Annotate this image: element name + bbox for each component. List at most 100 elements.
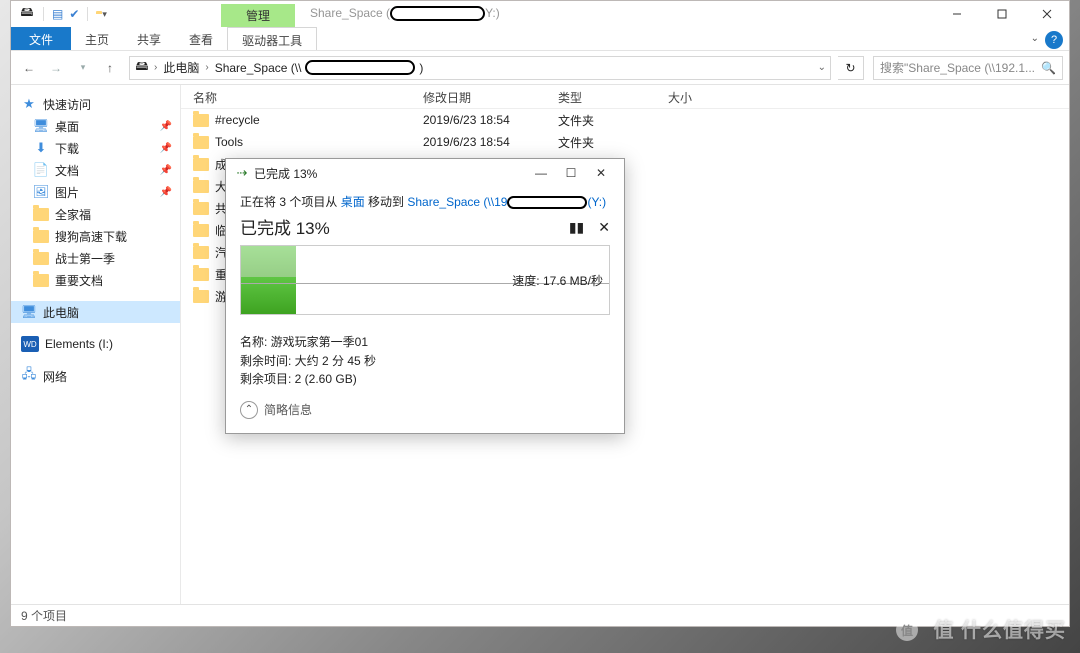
ribbon-view[interactable]: 查看	[175, 27, 227, 50]
breadcrumb-dropdown-icon[interactable]: ⌄	[818, 62, 826, 73]
folder-icon	[193, 290, 209, 303]
sidebar-item-label: 图片	[55, 184, 79, 201]
pin-icon: 📌	[160, 187, 172, 198]
cancel-button[interactable]: ✕	[598, 219, 610, 236]
sidebar-item-label: 桌面	[55, 118, 79, 135]
nav-forward[interactable]: →	[44, 56, 68, 80]
dialog-maximize[interactable]: ☐	[556, 162, 586, 184]
ribbon-collapse-icon[interactable]: ⌄	[1031, 33, 1039, 44]
col-type[interactable]: 类型	[546, 85, 656, 108]
titlebar: 🖴 ▤ ✔ ▾ 管理 Share_Space (Y:)	[11, 1, 1069, 27]
ribbon-share[interactable]: 共享	[123, 27, 175, 50]
speed-label: 速度: 17.6 MB/秒	[512, 272, 603, 289]
folder-icon	[193, 202, 209, 215]
sidebar-item-label: 重要文档	[55, 272, 103, 289]
pic-icon: 🖼	[33, 184, 49, 200]
breadcrumb-seg[interactable]: Share_Space (\\)	[213, 60, 426, 75]
context-tab-manage[interactable]: 管理	[221, 4, 295, 27]
sidebar-item[interactable]: ⬇ 下载 📌	[11, 137, 180, 159]
nav-recent-dropdown[interactable]: ▾	[71, 56, 95, 80]
col-name[interactable]: 名称	[181, 85, 411, 108]
search-placeholder: 搜索"Share_Space (\\192.1...	[880, 59, 1035, 76]
table-row[interactable]: Tools2019/6/23 18:54文件夹	[181, 131, 1069, 153]
help-button[interactable]: ?	[1045, 31, 1063, 49]
nav-back[interactable]: ←	[17, 56, 41, 80]
ribbon-file[interactable]: 文件	[11, 27, 71, 50]
sidebar-item-label: 战士第一季	[55, 250, 115, 267]
dialog-close[interactable]: ✕	[586, 162, 616, 184]
pin-icon: 📌	[160, 165, 172, 176]
sidebar-item[interactable]: 全家福	[11, 203, 180, 225]
refresh-button[interactable]: ↻	[838, 56, 864, 80]
search-input[interactable]: 搜索"Share_Space (\\192.1... 🔍	[873, 56, 1063, 80]
window-title: Share_Space (Y:)	[310, 6, 500, 21]
close-button[interactable]	[1024, 1, 1069, 27]
table-row[interactable]: #recycle2019/6/23 18:54文件夹	[181, 109, 1069, 131]
qat-props-icon[interactable]: ▤	[52, 7, 63, 21]
col-size[interactable]: 大小	[656, 85, 736, 108]
drive-icon: 🖴	[19, 6, 35, 22]
maximize-button[interactable]	[979, 1, 1024, 27]
breadcrumb-seg[interactable]: 此电脑	[161, 59, 201, 76]
doc-icon: 📄	[33, 162, 49, 178]
col-date[interactable]: 修改日期	[411, 85, 546, 108]
sidebar-item[interactable]: 战士第一季	[11, 247, 180, 269]
dialog-titlebar[interactable]: ⇢ 已完成 13% — ☐ ✕	[226, 159, 624, 187]
folder-icon	[193, 180, 209, 193]
folder-icon	[33, 250, 49, 266]
sidebar-item-label: 搜狗高速下载	[55, 228, 127, 245]
copy-progress-dialog: ⇢ 已完成 13% — ☐ ✕ 正在将 3 个项目从 桌面 移动到 Share_…	[225, 158, 625, 434]
breadcrumb[interactable]: 🖴 › 此电脑 › Share_Space (\\) ⌄	[129, 56, 831, 80]
qat-dropdown-icon[interactable]: ▾	[102, 9, 107, 20]
sidebar-item[interactable]: 📄 文档 📌	[11, 159, 180, 181]
chevron-up-icon: ⌃	[240, 401, 258, 419]
pin-icon: 📌	[160, 143, 172, 154]
sidebar-this-pc[interactable]: 🖥 此电脑	[11, 301, 180, 323]
sidebar-item[interactable]: 🖥桌面📌	[11, 115, 180, 137]
folder-icon	[193, 224, 209, 237]
sidebar-quick-access[interactable]: ★ 快速访问	[11, 93, 180, 115]
dest-link[interactable]: Share_Space (\\19(Y:)	[407, 195, 606, 209]
copy-meta: 名称: 游戏玩家第一季01 剩余时间: 大约 2 分 45 秒 剩余项目: 2 …	[240, 333, 610, 389]
sidebar-item[interactable]: 重要文档	[11, 269, 180, 291]
dialog-minimize[interactable]: —	[526, 162, 556, 184]
sidebar-item-label: 下载	[55, 140, 79, 157]
folder-icon	[33, 272, 49, 288]
pin-icon: 📌	[160, 121, 172, 132]
ribbon-home[interactable]: 主页	[71, 27, 123, 50]
more-details-toggle[interactable]: ⌃ 简略信息	[240, 401, 610, 419]
wd-drive-icon: WD	[21, 336, 39, 352]
watermark: 值 什么值得买	[933, 614, 1066, 643]
sidebar-item[interactable]: 🖼 图片 📌	[11, 181, 180, 203]
network-icon: 🖧	[21, 368, 37, 384]
sidebar-drive-elements[interactable]: WD Elements (I:)	[11, 333, 180, 355]
sidebar-item-label: 文档	[55, 162, 79, 179]
folder-icon	[193, 136, 209, 149]
folder-icon	[193, 158, 209, 171]
column-headers: 名称 修改日期 类型 大小	[181, 85, 1069, 109]
speed-graph: 速度: 17.6 MB/秒	[240, 245, 610, 315]
sidebar-network[interactable]: 🖧 网络	[11, 365, 180, 387]
nav-up[interactable]: ↑	[98, 56, 122, 80]
sidebar-item[interactable]: 搜狗高速下载	[11, 225, 180, 247]
folder-icon	[193, 114, 209, 127]
chevron-right-icon[interactable]: ›	[205, 62, 208, 73]
item-count: 9 个项目	[21, 607, 67, 624]
star-icon: ★	[21, 96, 37, 112]
watermark-badge: 值	[896, 619, 918, 641]
progress-percent: 已完成 13%	[240, 214, 330, 239]
download-icon: ⬇	[33, 140, 49, 156]
copy-description: 正在将 3 个项目从 桌面 移动到 Share_Space (\\19(Y:)	[240, 193, 610, 210]
pause-button[interactable]: ▮▮	[569, 219, 584, 236]
sidebar-item-label: 全家福	[55, 206, 91, 223]
source-link[interactable]: 桌面	[341, 195, 365, 209]
minimize-button[interactable]	[934, 1, 979, 27]
folder-icon	[33, 228, 49, 244]
ribbon-drive-tools[interactable]: 驱动器工具	[227, 27, 317, 50]
search-icon: 🔍	[1041, 61, 1056, 75]
ribbon: 文件 主页 共享 查看 驱动器工具	[11, 27, 1069, 51]
folder-icon	[193, 268, 209, 281]
copy-icon: ⇢	[234, 165, 250, 181]
qat-check-icon[interactable]: ✔	[69, 7, 79, 21]
chevron-right-icon[interactable]: ›	[154, 62, 157, 73]
